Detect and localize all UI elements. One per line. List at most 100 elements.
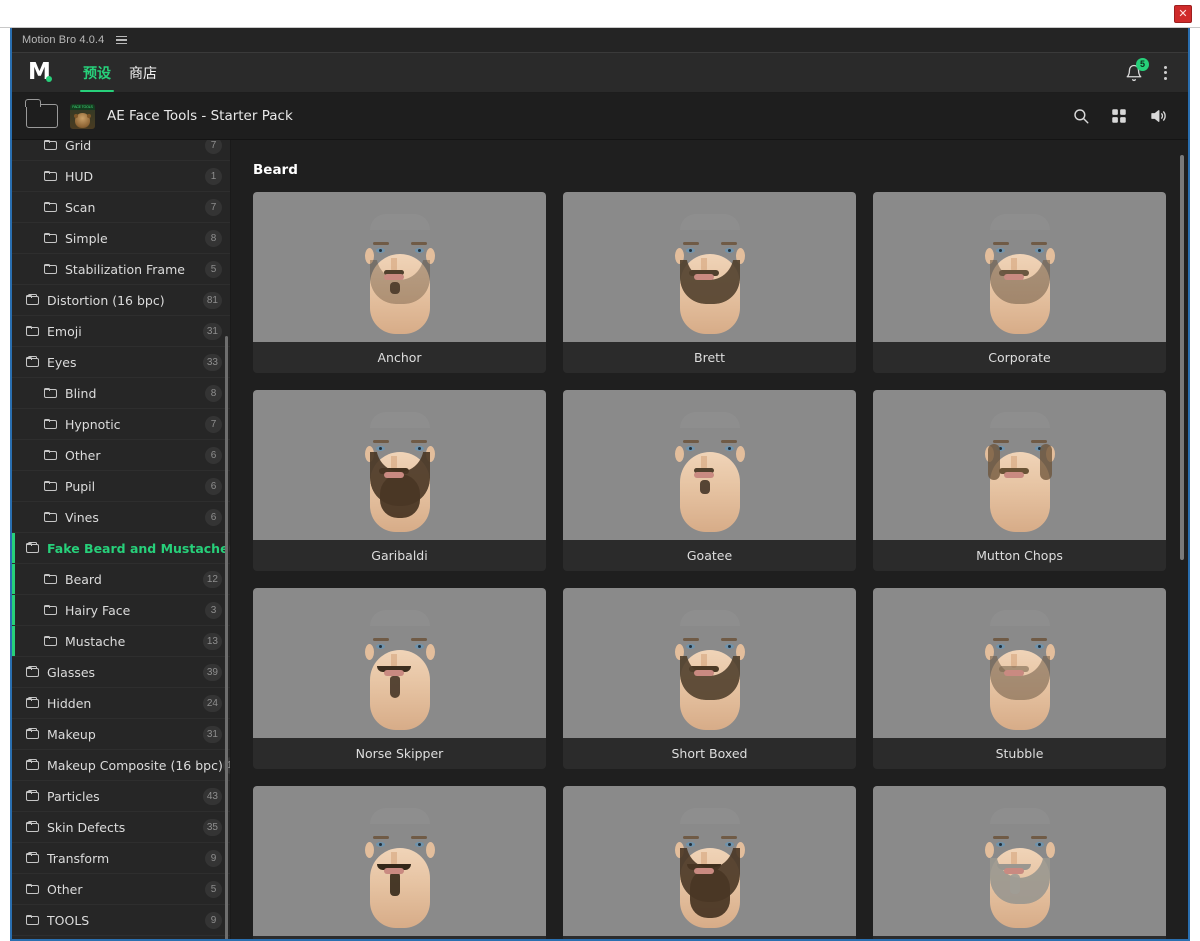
preset-card[interactable]: Stubble xyxy=(873,588,1166,769)
preset-card-label xyxy=(873,936,1166,939)
content-scrollbar[interactable] xyxy=(1180,155,1184,560)
preset-preview-face xyxy=(984,610,1056,738)
sidebar-item-makeup[interactable]: Makeup 31 xyxy=(12,719,230,750)
sidebar-item-eyes[interactable]: Eyes 33 xyxy=(12,347,230,378)
preset-card-label xyxy=(563,936,856,939)
folder-stack-icon xyxy=(26,821,39,832)
sidebar-item-particles[interactable]: Particles 43 xyxy=(12,781,230,812)
sidebar-item-stabilization-frame[interactable]: Stabilization Frame 5 xyxy=(12,254,230,285)
preset-card-label: Goatee xyxy=(686,548,733,563)
preset-card[interactable]: Norse Skipper xyxy=(253,588,546,769)
breadcrumb: FACE TOOLS AE Face Tools - Starter Pack xyxy=(12,93,1188,140)
folder-stack-icon xyxy=(26,852,39,863)
preset-card-label: Garibaldi xyxy=(371,548,428,563)
folder-stack-icon xyxy=(26,697,39,708)
host-window: ✕ Motion Bro 4.0.4 M 预设 商店 5 FACE TOOLS … xyxy=(0,0,1200,941)
folder-icon xyxy=(44,171,57,181)
sidebar-item-hairy-face[interactable]: Hairy Face 3 xyxy=(12,595,230,626)
preset-thumbnail xyxy=(563,192,856,342)
sidebar-item-count: 5 xyxy=(205,260,222,278)
sidebar-item-label: Distortion (16 bpc) xyxy=(47,292,165,308)
sidebar-item-label: TOOLS xyxy=(47,912,90,928)
preset-card[interactable]: Brett xyxy=(563,192,856,373)
sidebar-item-simple[interactable]: Simple 8 xyxy=(12,223,230,254)
close-icon[interactable]: ✕ xyxy=(1174,5,1192,23)
sidebar-item-fake-beard-and-mustache[interactable]: Fake Beard and Mustache28 xyxy=(12,533,230,564)
sidebar-item-hypnotic[interactable]: Hypnotic 7 xyxy=(12,409,230,440)
sidebar-item-count: 8 xyxy=(205,229,222,247)
sidebar-item-label: Hypnotic xyxy=(65,416,121,432)
folder-icon xyxy=(44,636,57,646)
folder-icon xyxy=(44,202,57,212)
sidebar-item-mustache[interactable]: Mustache 13 xyxy=(12,626,230,657)
preset-card[interactable]: Mutton Chops xyxy=(873,390,1166,571)
folder-stack-icon xyxy=(26,790,39,801)
sidebar-item-skin-defects[interactable]: Skin Defects 35 xyxy=(12,812,230,843)
sidebar-item-makeup-composite-16-bpc[interactable]: Makeup Composite (16 bpc)19 xyxy=(12,750,230,781)
folder-icon xyxy=(44,605,57,615)
sidebar-item-count: 9 xyxy=(205,911,222,929)
kebab-menu-icon[interactable] xyxy=(1159,64,1172,82)
preset-card[interactable] xyxy=(873,786,1166,939)
sidebar-item-count: 7 xyxy=(205,415,222,433)
sidebar-item-label: Fake Beard and Mustache xyxy=(47,540,229,556)
preset-card[interactable] xyxy=(563,786,856,939)
sidebar-item-other[interactable]: Other 6 xyxy=(12,440,230,471)
sidebar-item-label: HUD xyxy=(65,168,94,184)
sidebar-item-grid[interactable]: Grid 7 xyxy=(12,140,230,161)
sidebar-item-vines[interactable]: Vines 6 xyxy=(12,502,230,533)
sidebar-item-count: 31 xyxy=(202,725,222,743)
sidebar-item-scan[interactable]: Scan 7 xyxy=(12,192,230,223)
sidebar-item-label: Beard xyxy=(65,571,102,587)
sidebar-item-label: Blind xyxy=(65,385,97,401)
sidebar-item-beard[interactable]: Beard 12 xyxy=(12,564,230,595)
sidebar-item-label: Particles xyxy=(47,788,100,804)
preset-preview-face xyxy=(364,808,436,936)
sidebar-item-label: Makeup Composite (16 bpc) xyxy=(47,757,223,773)
sidebar-item-label: Mustache xyxy=(65,633,126,649)
sidebar-item-blind[interactable]: Blind 8 xyxy=(12,378,230,409)
sidebar-item-label: Grid xyxy=(65,140,92,153)
sidebar-item-distortion-16-bpc[interactable]: Distortion (16 bpc) 81 xyxy=(12,285,230,316)
sidebar-item-count: 7 xyxy=(205,198,222,216)
folder-stack-icon xyxy=(26,728,39,739)
sidebar-item-count: 33 xyxy=(202,353,222,371)
folder-icon xyxy=(44,450,57,460)
panel-title: Motion Bro 4.0.4 xyxy=(22,34,105,46)
sidebar-item-hud[interactable]: HUD 1 xyxy=(12,161,230,192)
preset-card-label: Brett xyxy=(694,350,725,365)
preset-card[interactable]: Short Boxed xyxy=(563,588,856,769)
sound-icon[interactable] xyxy=(1148,107,1168,125)
selection-indicator xyxy=(12,564,15,594)
preset-preview-face xyxy=(674,412,746,540)
sidebar-item-pupil[interactable]: Pupil 6 xyxy=(12,471,230,502)
preset-preview-face xyxy=(984,214,1056,342)
folder-icon[interactable] xyxy=(25,99,58,128)
sidebar-item-tools[interactable]: TOOLS 9 xyxy=(12,905,230,936)
preset-card[interactable]: Garibaldi xyxy=(253,390,546,571)
sidebar-item-other[interactable]: Other 5 xyxy=(12,874,230,905)
sidebar-item-hidden[interactable]: Hidden 24 xyxy=(12,688,230,719)
grid-view-icon[interactable] xyxy=(1110,107,1128,125)
section-title: Beard xyxy=(253,162,298,178)
preset-card[interactable]: Anchor xyxy=(253,192,546,373)
sidebar-scrollbar[interactable] xyxy=(225,336,228,939)
hamburger-icon[interactable] xyxy=(114,34,129,47)
preset-card[interactable]: Goatee xyxy=(563,390,856,571)
sidebar-item-label: Scan xyxy=(65,199,96,215)
sidebar-item-emoji[interactable]: Emoji 31 xyxy=(12,316,230,347)
preset-card[interactable]: Corporate xyxy=(873,192,1166,373)
folder-icon xyxy=(26,884,39,894)
preset-preview-face xyxy=(674,808,746,936)
tab-presets[interactable]: 预设 xyxy=(74,53,120,92)
sidebar-item-count: 5 xyxy=(205,880,222,898)
preset-card[interactable] xyxy=(253,786,546,939)
sidebar-item-glasses[interactable]: Glasses 39 xyxy=(12,657,230,688)
sidebar-item-transform[interactable]: Transform 9 xyxy=(12,843,230,874)
bell-icon[interactable]: 5 xyxy=(1125,57,1149,82)
selection-indicator xyxy=(12,595,15,625)
tab-store[interactable]: 商店 xyxy=(120,53,166,92)
search-icon[interactable] xyxy=(1072,107,1090,125)
sidebar: Grid 7 HUD 1 Scan 7 Simple 8 Stabilization Frame… xyxy=(12,140,231,939)
folder-stack-icon xyxy=(26,666,39,677)
